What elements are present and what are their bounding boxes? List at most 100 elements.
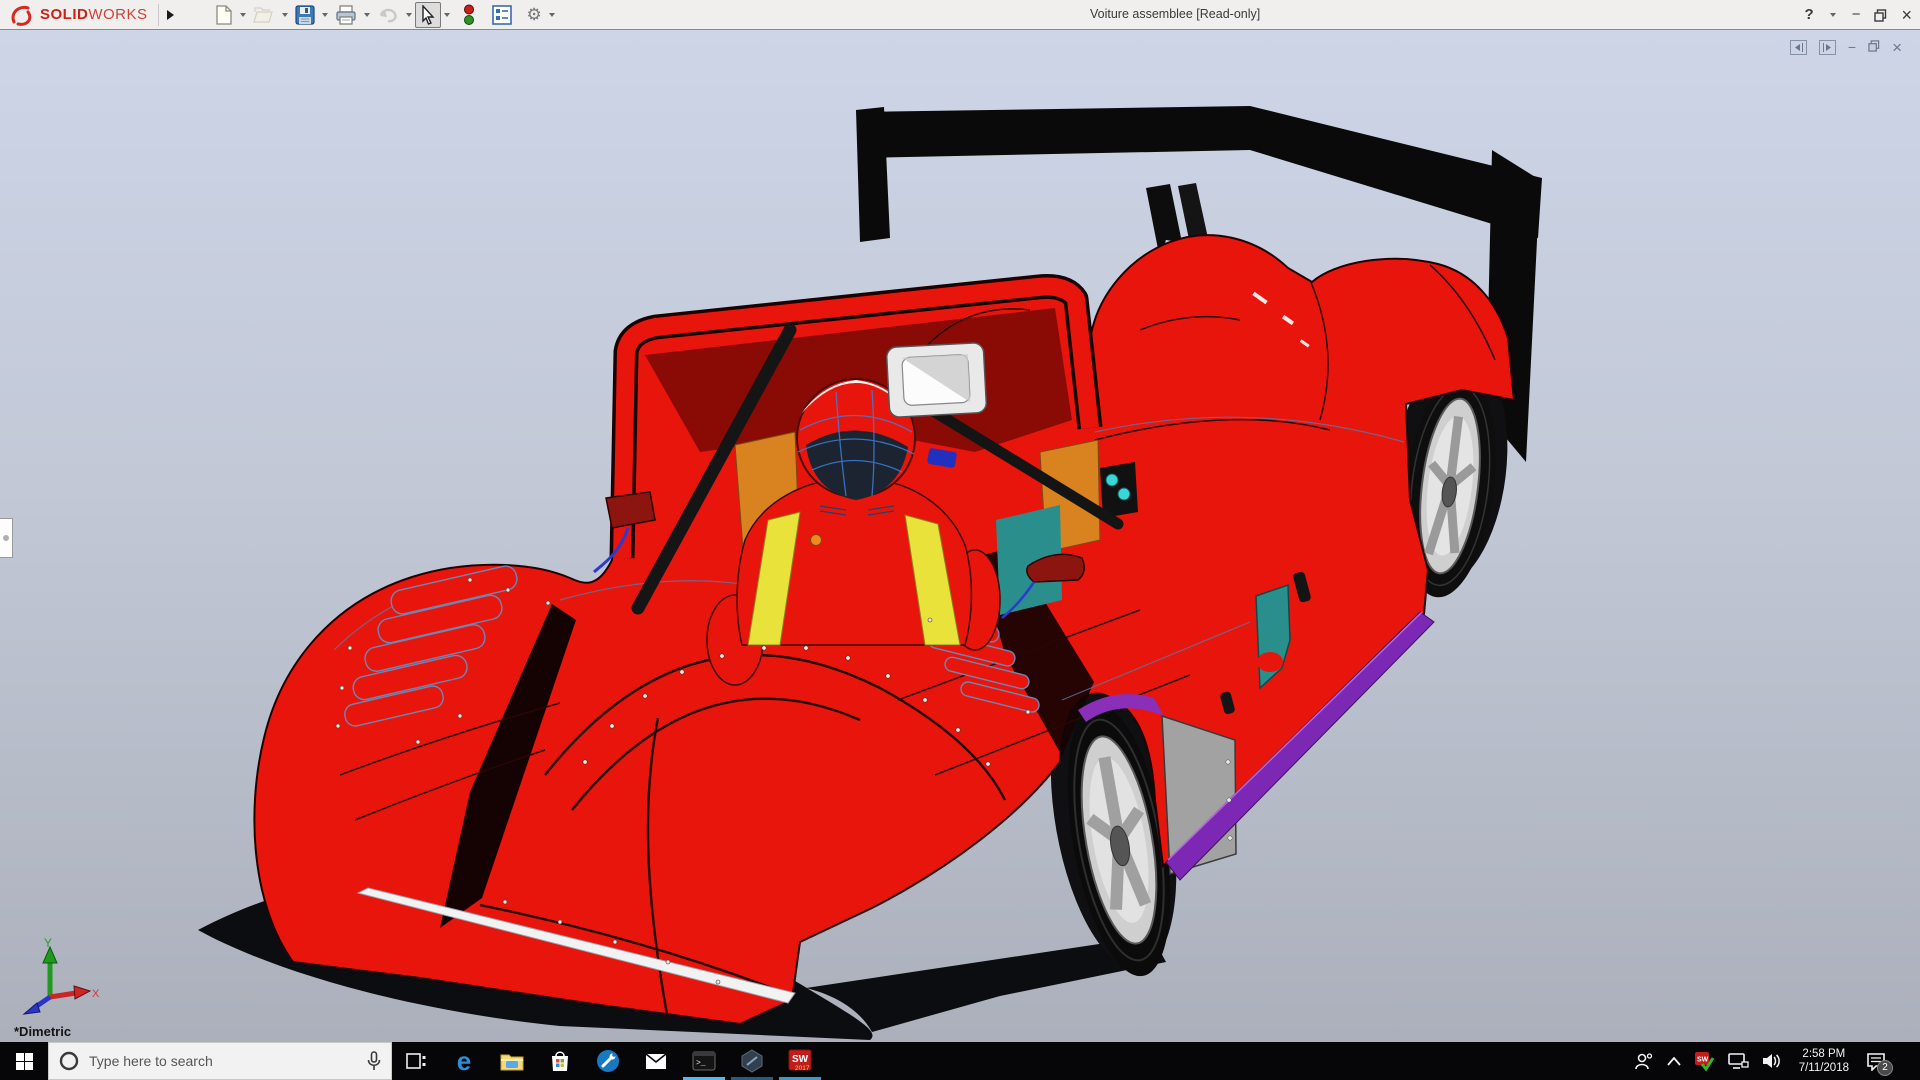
sw-letters: SW <box>792 1054 809 1065</box>
solidworks-window: SOLIDWORKS <box>0 0 1920 1080</box>
settings-tool-button[interactable] <box>584 1042 632 1080</box>
sw-year: 2017 <box>795 1065 810 1072</box>
hexagon-app-icon <box>740 1049 764 1073</box>
taskbar-clock[interactable]: 2:58 PM 7/11/2018 <box>1795 1047 1853 1075</box>
viewport-window-controls: − × <box>1790 40 1902 55</box>
restore-icon <box>1874 9 1887 22</box>
options-button[interactable]: ⚙ <box>523 2 546 28</box>
save-floppy-icon <box>295 5 315 25</box>
people-icon <box>1634 1052 1654 1070</box>
search-input[interactable] <box>89 1053 357 1069</box>
edge-icon: e <box>457 1048 471 1074</box>
speaker-icon <box>1762 1052 1782 1070</box>
expand-menu-button[interactable] <box>161 3 181 27</box>
command-prompt-button[interactable]: >_ <box>680 1042 728 1080</box>
fuel-cap <box>811 535 822 546</box>
mail-button[interactable] <box>632 1042 680 1080</box>
open-button[interactable] <box>249 2 279 28</box>
print-button[interactable] <box>331 2 361 28</box>
new-document-button[interactable] <box>211 2 237 28</box>
print-icon <box>335 5 357 25</box>
svg-text:SW: SW <box>1697 1057 1709 1064</box>
undo-icon <box>377 6 399 24</box>
title-bar: SOLIDWORKS <box>0 0 1920 30</box>
command-prompt-icon: >_ <box>692 1051 716 1071</box>
pane-left-button[interactable] <box>1790 40 1807 55</box>
people-button[interactable] <box>1634 1052 1654 1070</box>
system-tray: SW 2:58 PM 7/11/2018 <box>1634 1042 1920 1080</box>
properties-button[interactable] <box>488 2 516 28</box>
open-folder-icon <box>253 6 275 24</box>
cursor-icon <box>419 5 437 25</box>
store-button[interactable] <box>536 1042 584 1080</box>
options-dropdown[interactable] <box>547 2 557 28</box>
chevron-up-icon <box>1667 1057 1681 1066</box>
undo-dropdown[interactable] <box>404 2 414 28</box>
axis-x-label: X <box>92 988 100 1000</box>
child-restore-icon <box>1868 40 1880 52</box>
save-dropdown[interactable] <box>320 2 330 28</box>
child-close-button[interactable]: × <box>1892 40 1902 55</box>
taskbar-search[interactable] <box>48 1042 392 1080</box>
clock-time: 2:58 PM <box>1799 1047 1849 1061</box>
solidworks-logo: SOLIDWORKS <box>0 0 156 29</box>
brand-light: WORKS <box>88 6 147 23</box>
stoplight-icon <box>463 4 475 26</box>
arrow-left-icon <box>1793 43 1804 52</box>
restore-button[interactable] <box>1874 9 1887 22</box>
solidworks-tray-icon: SW <box>1694 1051 1714 1071</box>
dev-hexagon-button[interactable] <box>728 1042 776 1080</box>
select-tool-dropdown[interactable] <box>442 2 452 28</box>
notification-badge: 2 <box>1877 1060 1893 1076</box>
close-button[interactable]: × <box>1901 0 1912 30</box>
pane-right-button[interactable] <box>1819 40 1836 55</box>
edge-button[interactable]: e <box>440 1042 488 1080</box>
feature-panel-tab[interactable] <box>0 518 13 558</box>
minimize-button[interactable]: − <box>1852 0 1861 30</box>
mail-icon <box>645 1053 667 1070</box>
brand-bold: SOLID <box>40 6 88 23</box>
tray-overflow-button[interactable] <box>1667 1057 1681 1066</box>
tab-grip-dot <box>3 535 9 541</box>
graphics-viewport[interactable]: − × Y X *Dimetric <box>0 30 1920 1042</box>
quick-toolbar: ⚙ <box>211 2 557 28</box>
solidworks-2017-icon: SW 2017 <box>787 1048 813 1074</box>
task-view-icon <box>405 1052 427 1070</box>
wrench-circle-icon <box>596 1049 620 1073</box>
child-restore-button[interactable] <box>1868 40 1880 55</box>
open-dropdown[interactable] <box>280 2 290 28</box>
microphone-icon <box>367 1051 381 1071</box>
orientation-triad: Y X <box>16 935 102 1019</box>
gear-icon: ⚙ <box>527 5 542 25</box>
solidworks-mark-icon <box>10 4 36 26</box>
task-view-button[interactable] <box>392 1042 440 1080</box>
document-title: Voiture assemblee [Read-only] <box>1090 7 1260 21</box>
windows-logo-icon <box>16 1053 33 1070</box>
network-button[interactable] <box>1727 1052 1749 1070</box>
help-button[interactable]: ? <box>1805 0 1814 30</box>
network-icon <box>1727 1052 1749 1070</box>
help-dropdown[interactable] <box>1828 2 1838 28</box>
divider <box>158 4 159 26</box>
3d-model-scene <box>0 30 1920 1042</box>
brand-text: SOLIDWORKS <box>40 6 148 23</box>
start-button[interactable] <box>0 1042 48 1080</box>
print-dropdown[interactable] <box>362 2 372 28</box>
cortana-icon <box>59 1051 79 1071</box>
child-minimize-button[interactable]: − <box>1848 40 1856 55</box>
view-stoplight-button[interactable] <box>459 2 479 28</box>
file-explorer-button[interactable] <box>488 1042 536 1080</box>
properties-list-icon <box>492 5 512 25</box>
arrow-right-icon <box>1822 43 1833 52</box>
save-button[interactable] <box>291 2 319 28</box>
view-orientation-label: *Dimetric <box>14 1024 71 1039</box>
store-icon <box>550 1050 570 1072</box>
select-tool-button[interactable] <box>415 2 441 28</box>
new-document-dropdown[interactable] <box>238 2 248 28</box>
action-center-button[interactable]: 2 <box>1866 1052 1886 1071</box>
solidworks-tray-button[interactable]: SW <box>1694 1051 1714 1071</box>
undo-button[interactable] <box>373 2 403 28</box>
solidworks-2017-button[interactable]: SW 2017 <box>776 1042 824 1080</box>
volume-button[interactable] <box>1762 1052 1782 1070</box>
cmd-glyph: >_ <box>696 1059 706 1068</box>
